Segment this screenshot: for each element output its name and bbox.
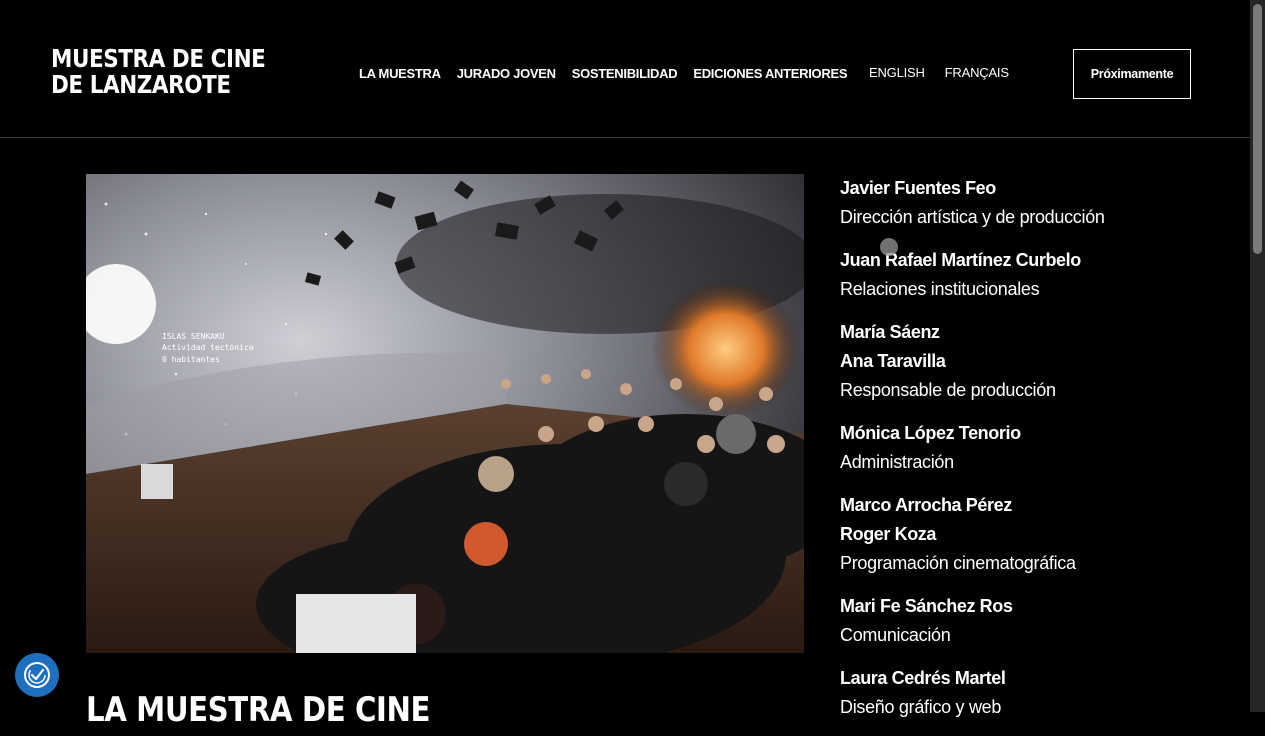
credit-name: Juan Rafael Martínez Curbelo xyxy=(840,250,1081,270)
logo-line-1: MUESTRA DE CINE xyxy=(51,44,266,73)
credit-item: Laura Cedrés Martel Diseño gráfico y web xyxy=(840,664,1240,722)
language-switcher: ENGLISH FRANÇAIS xyxy=(869,65,1029,80)
nav-item-jurado-joven[interactable]: JURADO JOVEN xyxy=(457,66,556,81)
section-title: LA MUESTRA DE CINE xyxy=(86,690,431,730)
credit-name: Mari Fe Sánchez Ros xyxy=(840,596,1013,616)
credit-role: Responsable de producción xyxy=(840,380,1056,400)
scrollbar-thumb[interactable] xyxy=(1253,4,1262,254)
credit-name: Mónica López Tenorio xyxy=(840,423,1021,443)
credit-name: María Sáenz xyxy=(840,322,940,342)
credit-name: Javier Fuentes Feo xyxy=(840,178,996,198)
credit-name: Laura Cedrés Martel xyxy=(840,668,1006,688)
credit-name: Roger Koza xyxy=(840,524,937,544)
lang-english[interactable]: ENGLISH xyxy=(869,65,925,80)
nav-item-la-muestra[interactable]: LA MUESTRA xyxy=(359,66,441,81)
team-credits: Javier Fuentes Feo Dirección artística y… xyxy=(840,174,1240,736)
main-nav: LA MUESTRA JURADO JOVEN SOSTENIBILIDAD E… xyxy=(359,66,863,81)
mouse-cursor xyxy=(880,238,898,256)
credit-role: Relaciones institucionales xyxy=(840,279,1040,299)
logo-line-2: DE LANZAROTE xyxy=(51,70,231,99)
credit-role: Administración xyxy=(840,452,954,472)
credit-role: Dirección artística y de producción xyxy=(840,207,1105,227)
accessibility-icon xyxy=(24,662,50,688)
credit-role: Comunicación xyxy=(840,625,951,645)
credit-item: María Sáenz Ana Taravilla Responsable de… xyxy=(840,318,1240,405)
credit-item: Juan Rafael Martínez Curbelo Relaciones … xyxy=(840,246,1240,304)
screen-text-line-2: Actividad tectónica xyxy=(162,342,254,352)
credit-item: Javier Fuentes Feo Dirección artística y… xyxy=(840,174,1240,232)
event-photo: ISLAS SENKAKU Actividad tectónica 0 habi… xyxy=(86,174,804,653)
credit-role: Diseño gráfico y web xyxy=(840,697,1002,717)
credit-item: Mari Fe Sánchez Ros Comunicación xyxy=(840,592,1240,650)
credit-item: Marco Arrocha Pérez Roger Koza Programac… xyxy=(840,491,1240,578)
screen-text-line-1: ISLAS SENKAKU xyxy=(162,332,225,341)
credit-name: Marco Arrocha Pérez xyxy=(840,495,1012,515)
credit-item: Mónica López Tenorio Administración xyxy=(840,419,1240,477)
site-logo[interactable]: MUESTRA DE CINE DE LANZAROTE xyxy=(51,44,266,99)
scrollbar[interactable] xyxy=(1250,0,1265,712)
screen-text-line-3: 0 habitantes xyxy=(162,355,220,364)
credit-name: Ana Taravilla xyxy=(840,351,946,371)
nav-item-ediciones-anteriores[interactable]: EDICIONES ANTERIORES xyxy=(693,66,847,81)
coming-soon-button[interactable]: Próximamente xyxy=(1073,49,1191,99)
site-header: MUESTRA DE CINE DE LANZAROTE LA MUESTRA … xyxy=(0,0,1250,138)
nav-item-sostenibilidad[interactable]: SOSTENIBILIDAD xyxy=(572,66,678,81)
lang-francais[interactable]: FRANÇAIS xyxy=(945,65,1009,80)
credit-role: Programación cinematográfica xyxy=(840,553,1076,573)
accessibility-button[interactable] xyxy=(15,653,59,697)
